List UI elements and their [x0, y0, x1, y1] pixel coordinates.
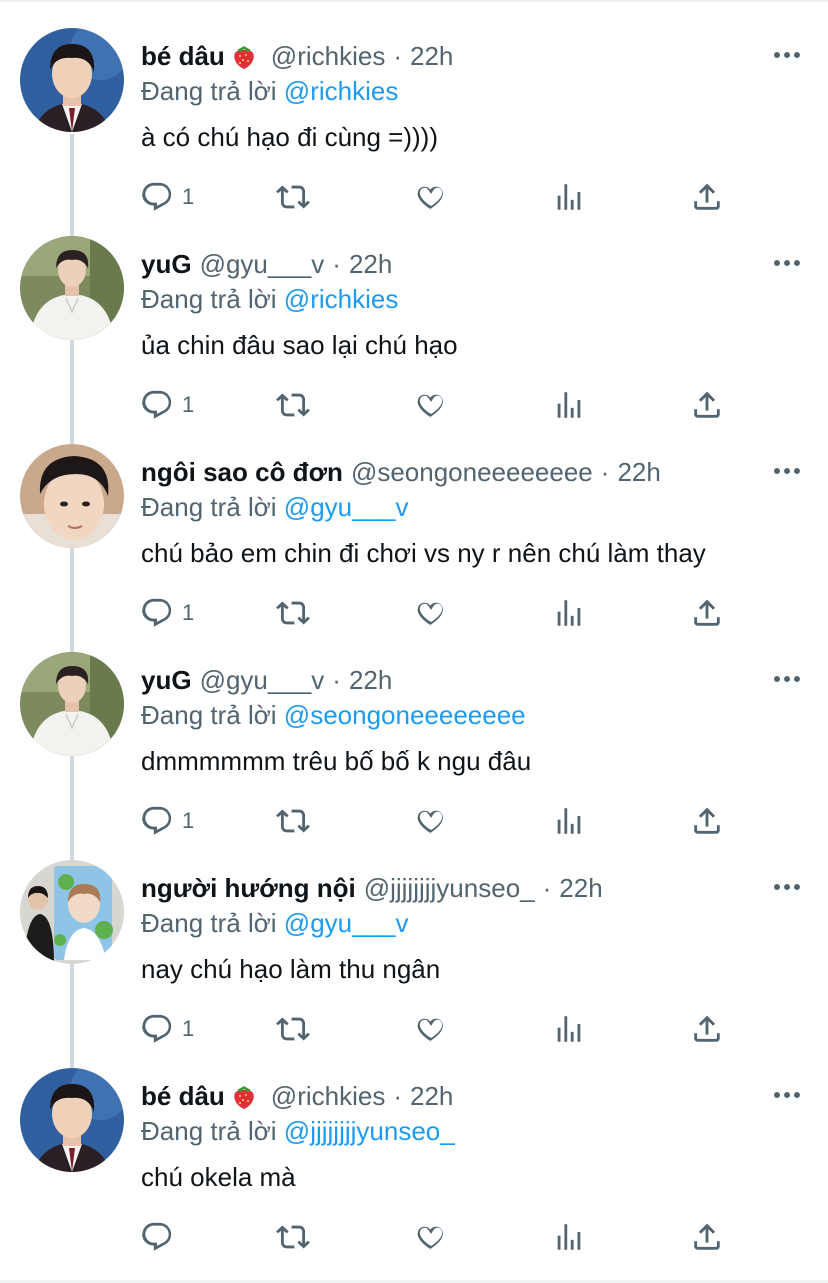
- replying-label: Đang trả lời: [141, 492, 277, 522]
- tweet-header: người hướng nội @jjjjjjjjyunseo_ · 22h: [141, 869, 603, 907]
- tweet-text: nay chú hạo làm thu ngân: [141, 954, 441, 984]
- replying-to: Đang trả lời @richkies: [141, 284, 398, 315]
- username-handle[interactable]: @richkies: [271, 41, 386, 72]
- tweet[interactable]: yuG @gyu___v · 22h Đang trả lời @richkie…: [0, 208, 828, 419]
- tweet-text: chú okela mà: [141, 1162, 296, 1192]
- avatar[interactable]: [20, 652, 124, 756]
- avatar[interactable]: [20, 860, 124, 964]
- reply-mention-link[interactable]: @richkies: [284, 284, 399, 314]
- username-handle[interactable]: @jjjjjjjjyunseo_: [364, 873, 535, 904]
- strawberry-icon: [231, 1082, 257, 1110]
- tweet-header: ngôi sao cô đơn @seongoneeeeeeee · 22h: [141, 453, 661, 491]
- views-button[interactable]: [552, 1220, 586, 1254]
- like-icon: [414, 1220, 448, 1254]
- display-name[interactable]: ngôi sao cô đơn: [141, 457, 343, 488]
- like-button[interactable]: [414, 1220, 448, 1254]
- action-bar: [0, 1220, 828, 1260]
- separator-dot: ·: [542, 872, 552, 903]
- reply-mention-link[interactable]: @gyu___v: [284, 492, 409, 522]
- separator-dot: ·: [393, 40, 402, 71]
- timestamp[interactable]: 22h: [349, 249, 392, 280]
- reply-count: 1: [182, 184, 195, 209]
- more-options-icon[interactable]: [774, 468, 800, 474]
- share-button[interactable]: [690, 1220, 724, 1254]
- reply-mention-link[interactable]: @seongoneeeeeeee: [284, 700, 526, 730]
- reply-mention-link[interactable]: @jjjjjjjjyunseo_: [284, 1116, 455, 1146]
- reply-count: 1: [182, 808, 195, 833]
- replying-label: Đang trả lời: [141, 76, 277, 106]
- tweet[interactable]: yuG @gyu___v · 22h Đang trả lời @seongon…: [0, 624, 828, 835]
- tweet-text: dmmmmmm trêu bố bố k ngu đâu: [141, 746, 532, 776]
- replying-label: Đang trả lời: [141, 1116, 277, 1146]
- retweet-button[interactable]: [276, 1220, 310, 1254]
- replying-label: Đang trả lời: [141, 908, 277, 938]
- tweet[interactable]: người hướng nội @jjjjjjjjyunseo_ · 22h Đ…: [0, 832, 828, 1043]
- display-name[interactable]: bé dâu: [141, 41, 225, 72]
- replying-label: Đang trả lời: [141, 284, 277, 314]
- tweet-header: yuG @gyu___v · 22h: [141, 661, 392, 699]
- more-options-icon[interactable]: [774, 676, 800, 682]
- separator-dot: ·: [332, 248, 341, 279]
- tweet[interactable]: bé dâu @richkies · 22h Đang trả lời @jjj…: [0, 1040, 828, 1251]
- strawberry-icon: [231, 42, 257, 70]
- replying-to: Đang trả lời @gyu___v: [141, 908, 409, 939]
- more-options-icon[interactable]: [774, 52, 800, 58]
- avatar[interactable]: [20, 28, 124, 132]
- avatar[interactable]: [20, 1068, 124, 1172]
- tweet-text: à có chú hạo đi cùng =)))): [141, 122, 438, 152]
- views-icon: [552, 1220, 586, 1254]
- reply-mention-link[interactable]: @richkies: [284, 76, 399, 106]
- tweet-header: bé dâu @richkies · 22h: [141, 37, 453, 75]
- username-handle[interactable]: @gyu___v: [200, 249, 325, 280]
- username-handle[interactable]: @richkies: [271, 1081, 386, 1112]
- reply-count: 1: [182, 1016, 195, 1041]
- display-name[interactable]: yuG: [141, 665, 192, 696]
- timestamp[interactable]: 22h: [559, 873, 602, 904]
- retweet-icon: [276, 1220, 310, 1254]
- tweet[interactable]: ngôi sao cô đơn @seongoneeeeeeee · 22h Đ…: [0, 416, 828, 627]
- reply-icon: [140, 1220, 174, 1254]
- more-options-icon[interactable]: [774, 260, 800, 266]
- more-options-icon[interactable]: [774, 1092, 800, 1098]
- share-icon: [690, 1220, 724, 1254]
- timestamp[interactable]: 22h: [617, 457, 660, 488]
- display-name[interactable]: yuG: [141, 249, 192, 280]
- replying-to: Đang trả lời @gyu___v: [141, 492, 409, 523]
- username-handle[interactable]: @seongoneeeeeeee: [351, 457, 593, 488]
- reply-count: 1: [182, 600, 195, 625]
- timestamp[interactable]: 22h: [410, 41, 453, 72]
- reply-count: 1: [182, 392, 195, 417]
- separator-dot: ·: [600, 456, 610, 487]
- replying-to: Đang trả lời @seongoneeeeeeee: [141, 700, 526, 731]
- tweet[interactable]: bé dâu @richkies · 22h Đang trả lời @ric…: [0, 0, 828, 211]
- tweet-text: chú bảo em chin đi chơi vs ny r nên chú …: [141, 538, 706, 568]
- display-name[interactable]: bé dâu: [141, 1081, 225, 1112]
- replying-to: Đang trả lời @richkies: [141, 76, 398, 107]
- separator-dot: ·: [332, 664, 341, 695]
- reply-button[interactable]: [140, 1220, 182, 1254]
- username-handle[interactable]: @gyu___v: [200, 665, 325, 696]
- separator-dot: ·: [393, 1080, 402, 1111]
- avatar[interactable]: [20, 236, 124, 340]
- reply-mention-link[interactable]: @gyu___v: [284, 908, 409, 938]
- timestamp[interactable]: 22h: [349, 665, 392, 696]
- replying-label: Đang trả lời: [141, 700, 277, 730]
- display-name[interactable]: người hướng nội: [141, 873, 356, 904]
- tweet-text: ủa chin đâu sao lại chú hạo: [141, 330, 458, 360]
- avatar[interactable]: [20, 444, 124, 548]
- tweet-header: yuG @gyu___v · 22h: [141, 245, 392, 283]
- more-options-icon[interactable]: [774, 884, 800, 890]
- timestamp[interactable]: 22h: [410, 1081, 453, 1112]
- tweet-header: bé dâu @richkies · 22h: [141, 1077, 453, 1115]
- replying-to: Đang trả lời @jjjjjjjjyunseo_: [141, 1116, 455, 1147]
